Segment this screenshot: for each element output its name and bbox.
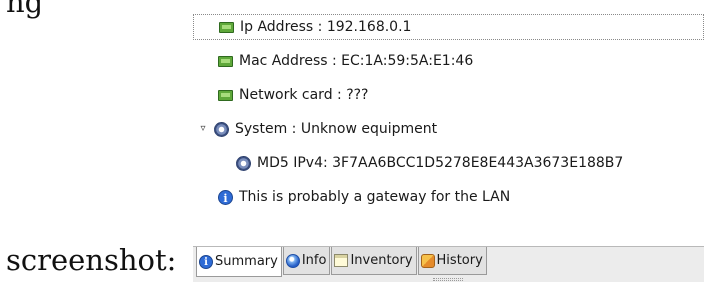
- tab-summary[interactable]: i Summary: [196, 247, 282, 277]
- gear-icon: [214, 121, 229, 137]
- caption-top-fragment: ng: [6, 0, 44, 19]
- tree-item-ip-address[interactable]: Ip Address : 192.168.0.1: [193, 14, 704, 40]
- info-icon: i: [218, 189, 233, 205]
- globe-icon: [285, 253, 300, 268]
- network-card-icon: [219, 21, 234, 33]
- tree-item-md5-ipv4[interactable]: MD5 IPv4: 3F7AA6BCC1D5278E8E443A3673E188…: [193, 150, 704, 176]
- tree-expander-arrow[interactable]: ▿: [198, 124, 208, 134]
- gear-icon: [236, 155, 251, 171]
- tree-item-mac-address[interactable]: Mac Address : EC:1A:59:5A:E1:46: [193, 48, 704, 74]
- tree-item-label: Mac Address : EC:1A:59:5A:E1:46: [239, 53, 474, 69]
- info-icon: i: [199, 254, 213, 269]
- tab-label: Summary: [215, 254, 278, 269]
- host-details-panel: Ip Address : 192.168.0.1 Mac Address : E…: [193, 0, 704, 282]
- history-icon: [420, 253, 435, 268]
- tab-history[interactable]: History: [417, 247, 487, 275]
- document-icon: [334, 254, 349, 267]
- tree-item-network-card[interactable]: Network card : ???: [193, 82, 704, 108]
- tree-item-system[interactable]: ▿ System : Unknow equipment: [193, 116, 704, 142]
- tree-item-label: System : Unknow equipment: [235, 121, 438, 137]
- tree-item-label: Ip Address : 192.168.0.1: [240, 19, 412, 35]
- tab-bar: i Summary Info Inventory History: [193, 246, 704, 282]
- tab-inventory[interactable]: Inventory: [331, 247, 417, 275]
- tree-item-label: This is probably a gateway for the LAN: [239, 189, 511, 205]
- tab-label: Inventory: [350, 253, 413, 268]
- tree-item-label: Network card : ???: [239, 87, 369, 103]
- tab-label: History: [436, 253, 483, 268]
- tree-item-label: MD5 IPv4: 3F7AA6BCC1D5278E8E443A3673E188…: [257, 155, 624, 171]
- tab-label: Info: [301, 253, 327, 268]
- tab-info[interactable]: Info: [282, 247, 331, 275]
- host-details-tree: Ip Address : 192.168.0.1 Mac Address : E…: [193, 12, 704, 238]
- network-card-icon: [218, 55, 233, 67]
- caption-screenshot-label: screenshot:: [6, 243, 177, 277]
- network-card-icon: [218, 89, 233, 101]
- tree-item-gateway-note[interactable]: i This is probably a gateway for the LAN: [193, 184, 704, 210]
- resize-grip[interactable]: [433, 278, 463, 281]
